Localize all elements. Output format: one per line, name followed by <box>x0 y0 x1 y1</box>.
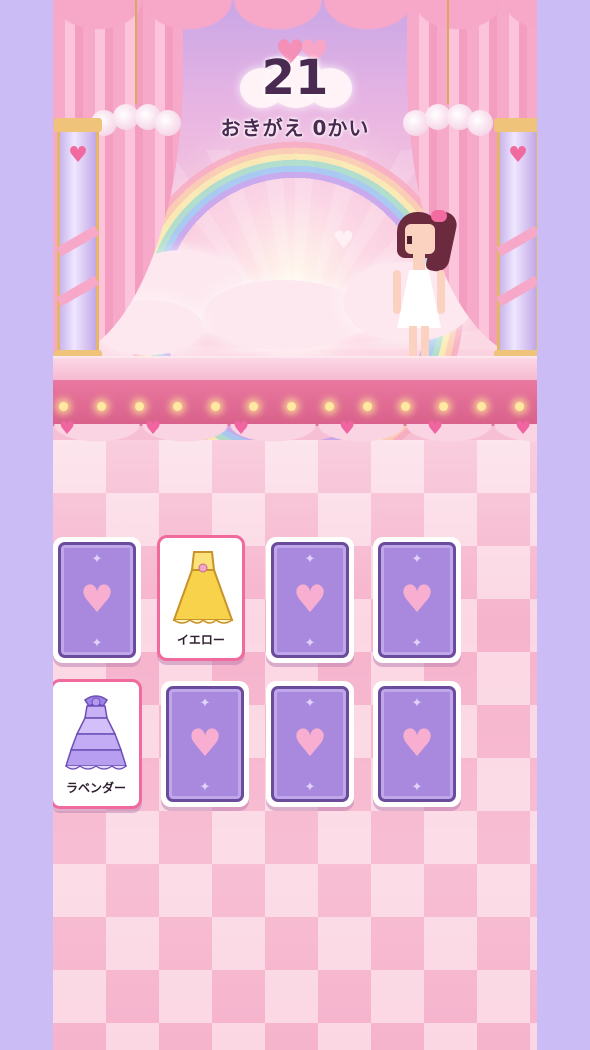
countdown-counter: 21 <box>261 50 329 106</box>
yellow-dress-icon <box>172 551 234 624</box>
heart-icon: ♥ <box>515 418 532 439</box>
card-face-down[interactable]: ✦ ♥ ✦ <box>266 681 354 807</box>
stage-light <box>249 402 258 411</box>
card-label: ラベンダー <box>65 781 126 795</box>
pillar-left: ♥ <box>54 118 102 364</box>
heart-icon: ♥ <box>399 721 435 765</box>
hair-bow-icon <box>431 210 447 222</box>
card-face-down[interactable]: ✦ ♥ ✦ <box>373 681 461 807</box>
stage-light <box>287 402 296 411</box>
card-face-up-lavender[interactable]: ラベンダー <box>53 679 142 809</box>
stage-light <box>515 402 524 411</box>
floating-heart-icon: ♥ <box>333 226 355 254</box>
stage-light <box>325 402 334 411</box>
heart-icon: ♥ <box>145 418 162 439</box>
heart-icon: ♥ <box>187 721 223 765</box>
pillar-right: ♥ <box>494 118 537 364</box>
stage-floor <box>53 356 537 382</box>
game-area: ♥ ♥ ♥ ♥ ♥ 21 おきがえ 0かい ♥ ♥ ♥ ♥ ♥ ♥ ✦ ♥ ✦ … <box>53 0 537 1050</box>
card-face-down[interactable]: ✦ ♥ ✦ <box>373 537 461 663</box>
outfit-change-count: おきがえ 0かい <box>220 116 370 140</box>
curtain-valance <box>53 0 537 34</box>
stage-light <box>97 402 106 411</box>
heart-icon: ♥ <box>68 143 88 168</box>
stage-drape <box>53 424 537 444</box>
card-face-down[interactable]: ✦ ♥ ✦ <box>266 537 354 663</box>
stage-light <box>211 402 220 411</box>
character-dress <box>397 270 441 328</box>
card-face-down[interactable]: ✦ ♥ ✦ <box>53 537 141 663</box>
card-face-up-yellow[interactable]: イエロー <box>157 535 245 661</box>
stage-light <box>439 402 448 411</box>
stage-light <box>363 402 372 411</box>
heart-icon: ♥ <box>79 577 115 621</box>
stage-light <box>135 402 144 411</box>
stage-light <box>477 402 486 411</box>
card-face-down[interactable]: ✦ ♥ ✦ <box>161 681 249 807</box>
heart-icon: ♥ <box>339 418 356 439</box>
player-character <box>391 206 481 376</box>
stage-light <box>401 402 410 411</box>
stage-light <box>59 402 68 411</box>
card-label: イエロー <box>177 633 225 647</box>
heart-icon: ♥ <box>233 418 250 439</box>
lavender-dress-icon <box>65 695 127 770</box>
heart-icon: ♥ <box>427 418 444 439</box>
heart-icon: ♥ <box>292 721 328 765</box>
heart-icon: ♥ <box>59 418 76 439</box>
heart-icon: ♥ <box>399 577 435 621</box>
heart-icon: ♥ <box>508 143 528 168</box>
cloud <box>203 280 363 350</box>
heart-icon: ♥ <box>292 577 328 621</box>
stage-light <box>173 402 182 411</box>
